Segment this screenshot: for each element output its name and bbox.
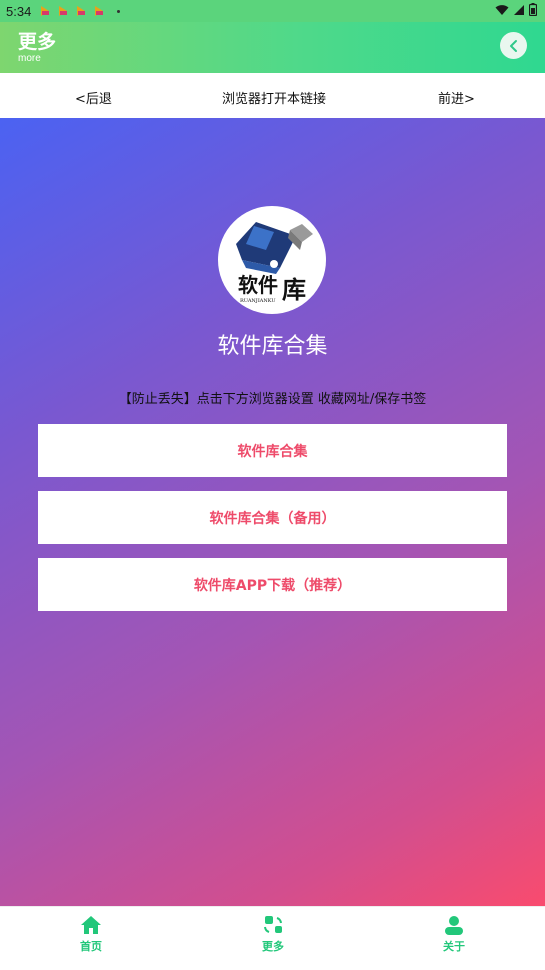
status-time: 5:34 — [6, 3, 32, 19]
app-title: 软件库合集 — [217, 334, 328, 359]
button-label: 软件库合集（备用） — [209, 510, 336, 527]
main-content: 软件 库 RUANJIANKU 软件库合集 【防止丢失】点击下方浏览器设置 收藏… — [0, 118, 545, 906]
open-in-browser-link[interactable]: 浏览器打开本链接 — [222, 88, 326, 107]
signal-icon — [514, 4, 524, 15]
button-label: 软件库合集 — [237, 443, 308, 460]
status-icons — [495, 3, 537, 16]
chevron-left-icon — [509, 39, 517, 52]
browser-back-link[interactable]: <后退 — [75, 88, 112, 107]
bottom-nav: 首页 更多 关于 — [0, 906, 545, 970]
browser-toolbar: <后退 浏览器打开本链接 前进> — [0, 73, 545, 118]
svg-text:RUANJIANKU: RUANJIANKU — [240, 298, 276, 304]
status-bar: 5:34 — [0, 0, 545, 22]
more-notifications-dot — [117, 9, 121, 13]
back-button[interactable] — [500, 32, 527, 59]
notification-app-icon — [77, 6, 87, 16]
notification-icons — [41, 6, 121, 16]
button-label: 软件库APP下载（推荐） — [193, 577, 352, 594]
page-title: 更多 — [18, 31, 57, 53]
browser-forward-link[interactable]: 前进> — [438, 88, 475, 107]
app-header: 更多 more — [0, 22, 545, 73]
user-icon — [445, 916, 463, 935]
notification-app-icon — [95, 6, 105, 16]
app-download-button[interactable]: 软件库APP下载（推荐） — [38, 558, 507, 611]
box-logo-icon: 软件 库 RUANJIANKU — [236, 222, 313, 304]
battery-icon — [529, 3, 537, 16]
svg-text:库: 库 — [282, 275, 306, 304]
app-logo: 软件 库 RUANJIANKU — [218, 206, 326, 314]
page-subtitle: more — [18, 53, 41, 64]
backup-collection-link-button[interactable]: 软件库合集（备用） — [38, 491, 507, 544]
tab-about[interactable]: 关于 — [414, 915, 494, 954]
notification-app-icon — [59, 6, 69, 16]
notification-app-icon — [41, 6, 51, 16]
home-icon — [81, 916, 101, 934]
collection-link-button[interactable]: 软件库合集 — [38, 424, 507, 477]
more-icon — [264, 916, 282, 933]
wifi-icon — [495, 4, 509, 15]
tab-home[interactable]: 首页 — [51, 915, 131, 954]
bookmark-notice: 【防止丢失】点击下方浏览器设置 收藏网址/保存书签 — [118, 392, 427, 407]
tab-label: 关于 — [443, 940, 465, 953]
tab-label: 首页 — [80, 940, 102, 953]
svg-text:软件: 软件 — [238, 273, 278, 297]
tab-label: 更多 — [262, 940, 284, 953]
tab-more[interactable]: 更多 — [233, 915, 313, 954]
